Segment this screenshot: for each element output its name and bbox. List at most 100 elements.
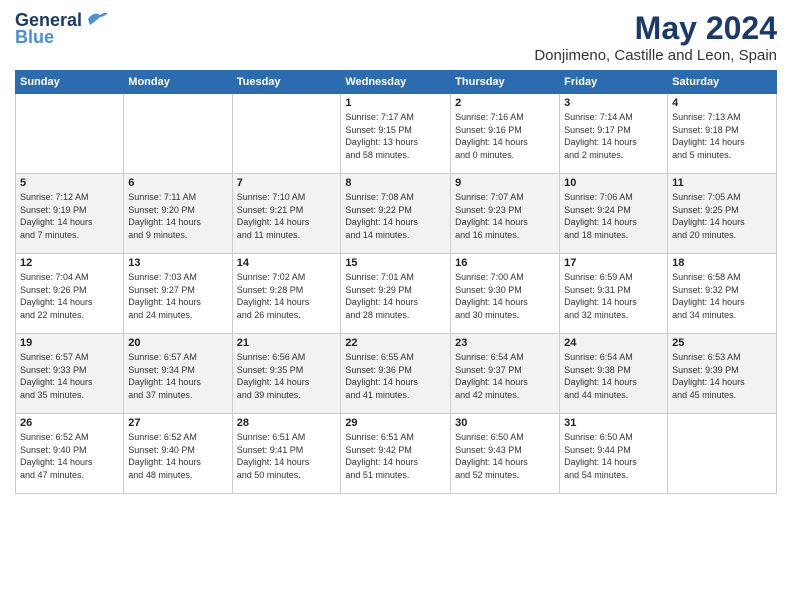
calendar-cell: 15Sunrise: 7:01 AMSunset: 9:29 PMDayligh… [341, 254, 451, 334]
day-number: 26 [20, 417, 119, 429]
day-number: 12 [20, 257, 119, 269]
day-number: 23 [455, 337, 555, 349]
day-number: 2 [455, 97, 555, 109]
calendar-cell: 16 Sunrise: 7:00 AMSunset: 9:30 PMDayligh… [451, 254, 560, 334]
day-info: Sunrise: 7:03 AMSunset: 9:27 PMDaylight:… [128, 271, 227, 321]
calendar-cell: 10 Sunrise: 7:06 AMSunset: 9:24 PMDayligh… [560, 174, 668, 254]
day-info: Sunrise: 7:04 AMSunset: 9:26 PMDaylight:… [20, 271, 119, 321]
calendar-cell: 23 Sunrise: 6:54 AMSunset: 9:37 PMDayligh… [451, 334, 560, 414]
calendar-cell: 18 Sunrise: 6:58 AMSunset: 9:32 PMDayligh… [668, 254, 777, 334]
day-number: 27 [128, 417, 227, 429]
calendar-cell: 31 Sunrise: 6:50 AMSunset: 9:44 PMDayligh… [560, 414, 668, 494]
calendar-cell [668, 414, 777, 494]
weekday-header: Saturday [668, 71, 777, 94]
day-number: 25 [672, 337, 772, 349]
month-title: May 2024 [534, 10, 777, 47]
day-number: 9 [455, 177, 555, 189]
day-info: Sunrise: 6:57 AMSunset: 9:34 PMDaylight:… [128, 351, 227, 401]
calendar-cell: 21 Sunrise: 6:56 AMSunset: 9:35 PMDayligh… [232, 334, 341, 414]
calendar-cell: 13 Sunrise: 7:03 AMSunset: 9:27 PMDayligh… [124, 254, 232, 334]
calendar-cell: 25 Sunrise: 6:53 AMSunset: 9:39 PMDayligh… [668, 334, 777, 414]
day-number: 29 [345, 417, 446, 429]
calendar-cell: 28Sunrise: 6:51 AMSunset: 9:41 PMDayligh… [232, 414, 341, 494]
calendar-table: SundayMondayTuesdayWednesdayThursdayFrid… [15, 70, 777, 494]
logo-blue: Blue [15, 27, 54, 48]
calendar-cell: 12 Sunrise: 7:04 AMSunset: 9:26 PMDayligh… [16, 254, 124, 334]
day-number: 4 [672, 97, 772, 109]
day-info: Sunrise: 6:57 AMSunset: 9:33 PMDaylight:… [20, 351, 119, 401]
calendar-cell: 5 Sunrise: 7:12 AMSunset: 9:19 PMDaylight… [16, 174, 124, 254]
calendar-cell: 11Sunrise: 7:05 AMSunset: 9:25 PMDayligh… [668, 174, 777, 254]
calendar-cell: 2Sunrise: 7:16 AMSunset: 9:16 PMDaylight… [451, 94, 560, 174]
calendar-cell: 4 Sunrise: 7:13 AMSunset: 9:18 PMDaylight… [668, 94, 777, 174]
calendar-cell: 30 Sunrise: 6:50 AMSunset: 9:43 PMDayligh… [451, 414, 560, 494]
day-number: 28 [237, 417, 337, 429]
day-info: Sunrise: 7:06 AMSunset: 9:24 PMDaylight:… [564, 191, 663, 241]
weekday-header: Thursday [451, 71, 560, 94]
header: General Blue May 2024 Donjimeno, Castill… [15, 10, 777, 64]
day-number: 18 [672, 257, 772, 269]
day-info: Sunrise: 7:14 AMSunset: 9:17 PMDaylight:… [564, 111, 663, 161]
day-number: 30 [455, 417, 555, 429]
page: General Blue May 2024 Donjimeno, Castill… [0, 0, 792, 612]
calendar-week-row: 1Sunrise: 7:17 AMSunset: 9:15 PMDaylight… [16, 94, 777, 174]
day-info: Sunrise: 6:50 AMSunset: 9:44 PMDaylight:… [564, 431, 663, 481]
title-section: May 2024 Donjimeno, Castille and Leon, S… [534, 10, 777, 64]
location-title: Donjimeno, Castille and Leon, Spain [534, 47, 777, 64]
day-number: 7 [237, 177, 337, 189]
day-number: 10 [564, 177, 663, 189]
day-number: 13 [128, 257, 227, 269]
day-info: Sunrise: 6:56 AMSunset: 9:35 PMDaylight:… [237, 351, 337, 401]
calendar-week-row: 19 Sunrise: 6:57 AMSunset: 9:33 PMDayligh… [16, 334, 777, 414]
day-info: Sunrise: 6:50 AMSunset: 9:43 PMDaylight:… [455, 431, 555, 481]
calendar-cell: 7 Sunrise: 7:10 AMSunset: 9:21 PMDaylight… [232, 174, 341, 254]
day-info: Sunrise: 6:53 AMSunset: 9:39 PMDaylight:… [672, 351, 772, 401]
day-info: Sunrise: 7:07 AMSunset: 9:23 PMDaylight:… [455, 191, 555, 241]
day-number: 16 [455, 257, 555, 269]
day-info: Sunrise: 7:08 AMSunset: 9:22 PMDaylight:… [345, 191, 446, 241]
day-info: Sunrise: 6:59 AMSunset: 9:31 PMDaylight:… [564, 271, 663, 321]
weekday-header: Monday [124, 71, 232, 94]
day-info: Sunrise: 7:11 AMSunset: 9:20 PMDaylight:… [128, 191, 227, 241]
day-number: 31 [564, 417, 663, 429]
day-info: Sunrise: 6:54 AMSunset: 9:37 PMDaylight:… [455, 351, 555, 401]
day-info: Sunrise: 6:54 AMSunset: 9:38 PMDaylight:… [564, 351, 663, 401]
calendar-header-row: SundayMondayTuesdayWednesdayThursdayFrid… [16, 71, 777, 94]
day-number: 24 [564, 337, 663, 349]
logo: General Blue [15, 10, 108, 48]
day-number: 22 [345, 337, 446, 349]
day-info: Sunrise: 7:17 AMSunset: 9:15 PMDaylight:… [345, 111, 446, 161]
day-number: 6 [128, 177, 227, 189]
day-info: Sunrise: 7:13 AMSunset: 9:18 PMDaylight:… [672, 111, 772, 161]
day-number: 20 [128, 337, 227, 349]
calendar-cell: 6 Sunrise: 7:11 AMSunset: 9:20 PMDaylight… [124, 174, 232, 254]
calendar-cell: 1Sunrise: 7:17 AMSunset: 9:15 PMDaylight… [341, 94, 451, 174]
calendar-week-row: 5 Sunrise: 7:12 AMSunset: 9:19 PMDaylight… [16, 174, 777, 254]
calendar-cell: 27Sunrise: 6:52 AMSunset: 9:40 PMDayligh… [124, 414, 232, 494]
calendar-cell: 9 Sunrise: 7:07 AMSunset: 9:23 PMDaylight… [451, 174, 560, 254]
day-info: Sunrise: 6:55 AMSunset: 9:36 PMDaylight:… [345, 351, 446, 401]
calendar-cell [124, 94, 232, 174]
day-number: 14 [237, 257, 337, 269]
day-number: 3 [564, 97, 663, 109]
day-number: 21 [237, 337, 337, 349]
day-info: Sunrise: 6:58 AMSunset: 9:32 PMDaylight:… [672, 271, 772, 321]
day-number: 17 [564, 257, 663, 269]
day-info: Sunrise: 7:00 AMSunset: 9:30 PMDaylight:… [455, 271, 555, 321]
day-info: Sunrise: 7:10 AMSunset: 9:21 PMDaylight:… [237, 191, 337, 241]
day-info: Sunrise: 7:02 AMSunset: 9:28 PMDaylight:… [237, 271, 337, 321]
calendar-cell: 26 Sunrise: 6:52 AMSunset: 9:40 PMDayligh… [16, 414, 124, 494]
calendar-cell [232, 94, 341, 174]
logo-bird-icon [86, 11, 108, 27]
day-number: 11 [672, 177, 772, 189]
day-info: Sunrise: 7:12 AMSunset: 9:19 PMDaylight:… [20, 191, 119, 241]
calendar-cell: 24 Sunrise: 6:54 AMSunset: 9:38 PMDayligh… [560, 334, 668, 414]
calendar-cell: 19 Sunrise: 6:57 AMSunset: 9:33 PMDayligh… [16, 334, 124, 414]
day-number: 19 [20, 337, 119, 349]
calendar-week-row: 12 Sunrise: 7:04 AMSunset: 9:26 PMDayligh… [16, 254, 777, 334]
day-info: Sunrise: 6:52 AMSunset: 9:40 PMDaylight:… [20, 431, 119, 481]
day-number: 5 [20, 177, 119, 189]
calendar-cell: 20 Sunrise: 6:57 AMSunset: 9:34 PMDayligh… [124, 334, 232, 414]
calendar-cell: 22 Sunrise: 6:55 AMSunset: 9:36 PMDayligh… [341, 334, 451, 414]
calendar-cell: 17 Sunrise: 6:59 AMSunset: 9:31 PMDayligh… [560, 254, 668, 334]
